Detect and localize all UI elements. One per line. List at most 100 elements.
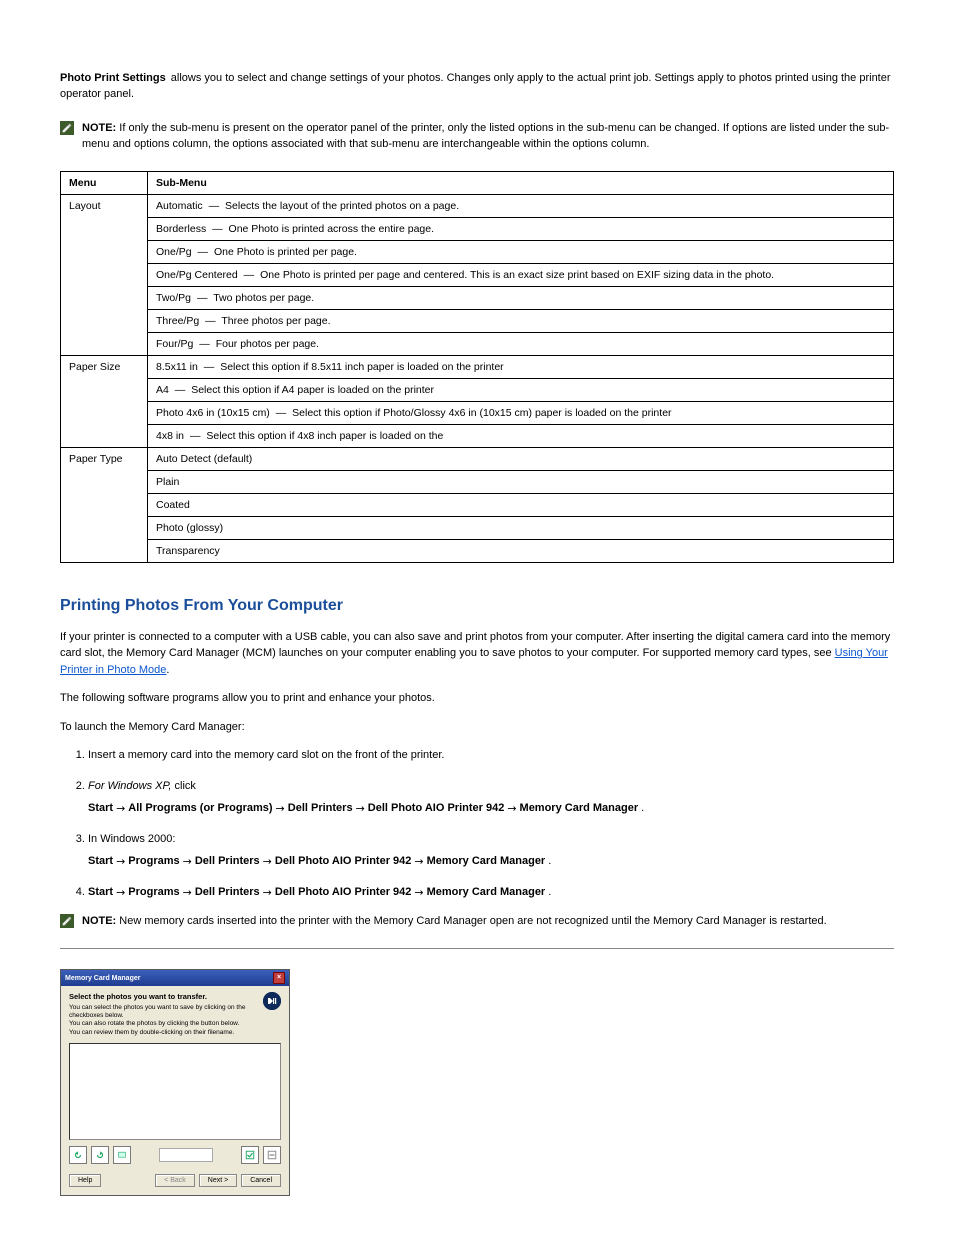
path-segment: Dell Printers <box>195 884 260 901</box>
path-segment: Memory Card Manager <box>520 800 639 817</box>
arrow-right-icon: → <box>183 885 192 902</box>
path-segment: Dell Photo AIO Printer 942 <box>368 800 505 817</box>
step-2-path: Start → All Programs (or Programs) → Del… <box>88 800 894 817</box>
dell-logo-icon <box>263 992 281 1010</box>
table-row: A4 — Select this option if A4 paper is l… <box>61 378 894 401</box>
path-segment: Dell Printers <box>195 853 260 870</box>
intro-paragraph: Photo Print Settings allows you to selec… <box>60 71 894 103</box>
note-mcm-restart: NOTE: New memory cards inserted into the… <box>60 914 894 930</box>
arrow-right-icon: → <box>414 854 423 871</box>
dialog-titlebar: Memory Card Manager × <box>61 970 289 986</box>
divider <box>60 948 894 949</box>
path-segment: Dell Printers <box>288 800 353 817</box>
submenu-cell: 4x8 in — Select this option if 4x8 inch … <box>148 424 894 447</box>
paragraph-software-programs: The following software programs allow yo… <box>60 690 894 707</box>
table-row: Paper TypeAuto Detect (default) <box>61 447 894 470</box>
step-4: Start → Programs → Dell Printers → Dell … <box>88 884 894 901</box>
table-header-menu: Menu <box>61 171 148 194</box>
step-4-path: Start → Programs → Dell Printers → Dell … <box>88 884 894 901</box>
photo-print-settings-table: Menu Sub-Menu Options LayoutAutomatic — … <box>60 171 894 563</box>
arrow-right-icon: → <box>116 885 125 902</box>
path-segment: Start <box>88 884 113 901</box>
arrow-right-icon: → <box>116 854 125 871</box>
path-segment: Dell Photo AIO Printer 942 <box>275 884 412 901</box>
arrow-right-icon: → <box>356 801 365 818</box>
pencil-note-icon <box>60 121 74 135</box>
submenu-cell: One/Pg Centered — One Photo is printed p… <box>148 263 894 286</box>
submenu-cell: Three/Pg — Three photos per page. <box>148 309 894 332</box>
table-row: Photo (glossy) <box>61 516 894 539</box>
note-settings: NOTE: If only the sub-menu is present on… <box>60 121 894 153</box>
submenu-cell: A4 — Select this option if A4 paper is l… <box>148 378 894 401</box>
menu-cell: Paper Size <box>61 355 148 447</box>
table-row: Paper Size8.5x11 in — Select this option… <box>61 355 894 378</box>
submenu-cell: Plain <box>148 470 894 493</box>
arrow-right-icon: → <box>276 801 285 818</box>
submenu-cell: Photo (glossy) <box>148 516 894 539</box>
path-segment: Memory Card Manager <box>427 884 546 901</box>
submenu-cell: Automatic — Selects the layout of the pr… <box>148 194 894 217</box>
arrow-right-icon: → <box>263 854 272 871</box>
next-button[interactable]: Next > <box>199 1174 237 1187</box>
pencil-note-icon <box>60 914 74 928</box>
table-row: Coated <box>61 493 894 516</box>
arrow-right-icon: → <box>116 801 125 818</box>
back-button[interactable]: < Back <box>155 1174 195 1187</box>
table-row: One/Pg — One Photo is printed per page. <box>61 240 894 263</box>
rotate-right-icon[interactable] <box>91 1146 109 1164</box>
arrow-right-icon: → <box>183 854 192 871</box>
submenu-cell: Auto Detect (default) <box>148 447 894 470</box>
table-row: LayoutAutomatic — Selects the layout of … <box>61 194 894 217</box>
submenu-cell: 8.5x11 in — Select this option if 8.5x11… <box>148 355 894 378</box>
table-row: Photo 4x6 in (10x15 cm) — Select this op… <box>61 401 894 424</box>
dialog-toolbar <box>69 1146 281 1164</box>
table-row: Plain <box>61 470 894 493</box>
submenu-cell: Four/Pg — Four photos per page. <box>148 332 894 355</box>
path-segment: All Programs (or Programs) <box>128 800 272 817</box>
dialog-line2: You can also rotate the photos by clicki… <box>69 1020 257 1028</box>
dialog-heading: Select the photos you want to transfer. <box>69 992 257 1001</box>
step-2: For Windows XP, click Start → All Progra… <box>88 778 894 817</box>
submenu-cell: Borderless — One Photo is printed across… <box>148 217 894 240</box>
cancel-button[interactable]: Cancel <box>241 1174 281 1187</box>
submenu-cell: Coated <box>148 493 894 516</box>
table-row: Transparency <box>61 539 894 562</box>
preview-icon[interactable] <box>113 1146 131 1164</box>
intro-label: Photo Print Settings <box>60 72 166 84</box>
arrow-right-icon: → <box>507 801 516 818</box>
table-row: Two/Pg — Two photos per page. <box>61 286 894 309</box>
note-label: NOTE: <box>82 915 116 927</box>
arrow-right-icon: → <box>263 885 272 902</box>
close-icon[interactable]: × <box>273 972 285 984</box>
select-all-icon[interactable] <box>241 1146 259 1164</box>
path-segment: Dell Photo AIO Printer 942 <box>275 853 412 870</box>
note-text: If only the sub-menu is present on the o… <box>82 122 889 150</box>
submenu-cell: Transparency <box>148 539 894 562</box>
section-heading-printing-from-computer: Printing Photos From Your Computer <box>60 597 894 615</box>
submenu-cell: One/Pg — One Photo is printed per page. <box>148 240 894 263</box>
photo-thumbnail-area[interactable] <box>69 1043 281 1140</box>
rotate-left-icon[interactable] <box>69 1146 87 1164</box>
paragraph-usb-mcm: If your printer is connected to a comput… <box>60 629 894 679</box>
paragraph-launch-mcm: To launch the Memory Card Manager: <box>60 719 894 736</box>
submenu-cell: Two/Pg — Two photos per page. <box>148 286 894 309</box>
help-button[interactable]: Help <box>69 1174 101 1187</box>
dialog-line3: You can review them by double-clicking o… <box>69 1029 257 1037</box>
filename-field[interactable] <box>159 1148 213 1162</box>
step-3: In Windows 2000: Start → Programs → Dell… <box>88 831 894 870</box>
step-2-emphasis: For Windows XP, <box>88 780 171 792</box>
dialog-title: Memory Card Manager <box>65 975 140 982</box>
table-row: Borderless — One Photo is printed across… <box>61 217 894 240</box>
table-row: 4x8 in — Select this option if 4x8 inch … <box>61 424 894 447</box>
path-segment: Programs <box>128 884 179 901</box>
intro-text: allows you to select and change settings… <box>60 72 891 100</box>
table-row: One/Pg Centered — One Photo is printed p… <box>61 263 894 286</box>
table-header-submenu: Sub-Menu <box>148 171 894 194</box>
table-row: Three/Pg — Three photos per page. <box>61 309 894 332</box>
step-3-path: Start → Programs → Dell Printers → Dell … <box>88 853 894 870</box>
note-label: NOTE: <box>82 122 116 134</box>
table-row: Four/Pg — Four photos per page. <box>61 332 894 355</box>
deselect-all-icon[interactable] <box>263 1146 281 1164</box>
path-segment: Programs <box>128 853 179 870</box>
step-1: Insert a memory card into the memory car… <box>88 747 894 764</box>
